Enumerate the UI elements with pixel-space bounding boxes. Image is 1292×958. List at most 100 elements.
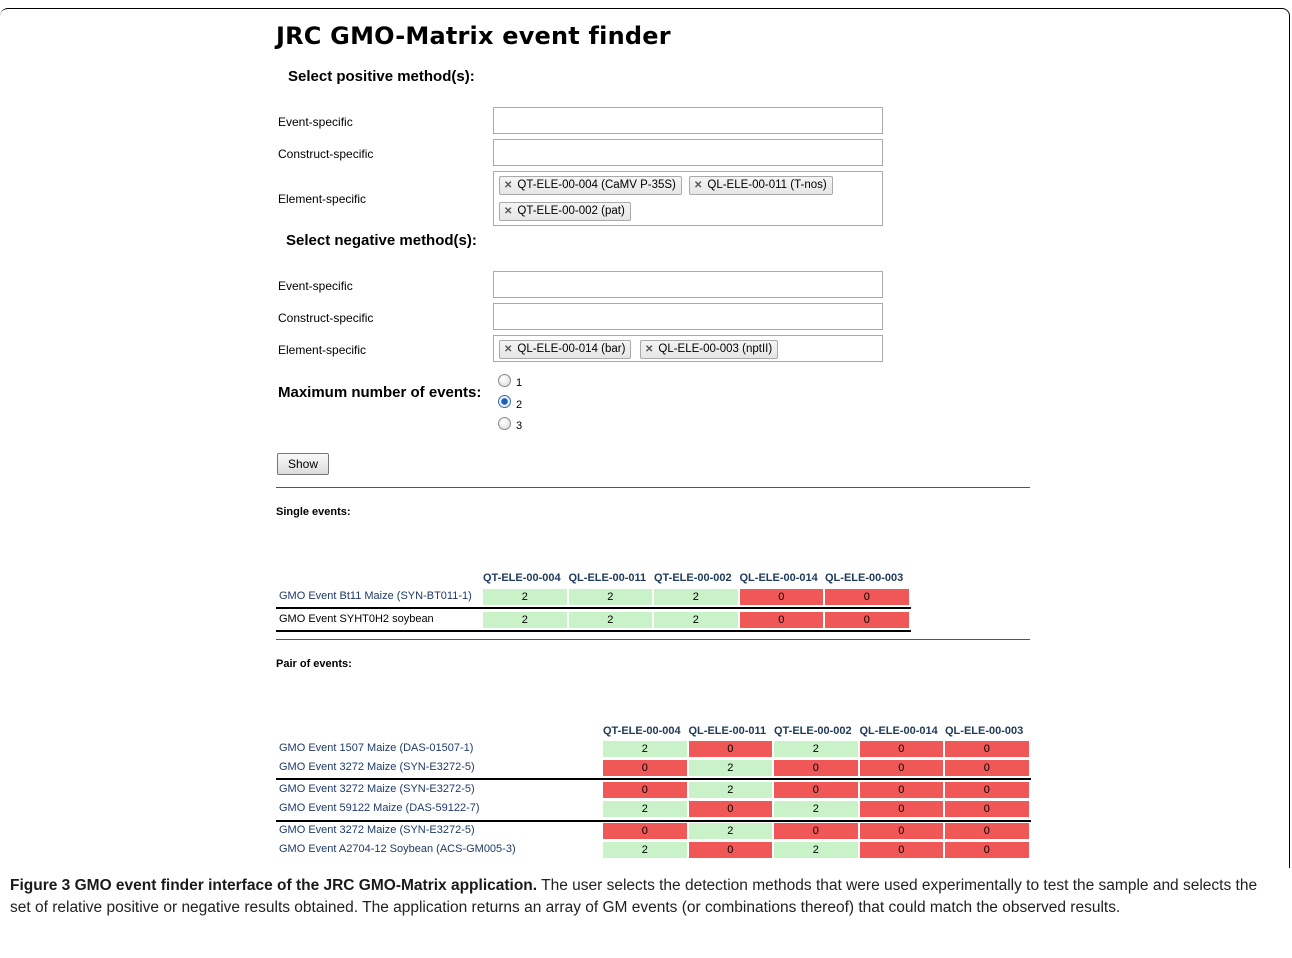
result-cell: 0 [859, 741, 943, 757]
column-header: QL-ELE-00-011 [688, 725, 767, 737]
divider [276, 487, 1030, 488]
positive-construct-label: Construct-specific [278, 147, 374, 161]
result-cell: 2 [603, 842, 687, 858]
result-cell: 2 [688, 823, 772, 839]
max-events-radio-3[interactable] [498, 417, 511, 430]
result-cell: 0 [774, 823, 858, 839]
result-cell: 0 [945, 741, 1029, 757]
event-row-label[interactable]: GMO Event 3272 Maize (SYN-E3272-5) [279, 824, 475, 836]
result-cell: 0 [945, 842, 1029, 858]
page-title: JRC GMO-Matrix event finder [276, 22, 671, 50]
negative-heading: Select negative method(s): [286, 232, 477, 249]
result-cell: 2 [603, 801, 687, 817]
positive-chip[interactable]: ✕ QT-ELE-00-002 (pat) [499, 202, 631, 221]
chip-label: QT-ELE-00-002 (pat) [517, 205, 625, 217]
positive-chip[interactable]: ✕ QT-ELE-00-004 (CaMV P-35S) [499, 176, 682, 195]
column-header: QL-ELE-00-003 [945, 725, 1024, 737]
column-header: QL-ELE-00-003 [825, 572, 904, 584]
chip-label: QL-ELE-00-003 (nptII) [658, 343, 773, 355]
chip-label: QL-ELE-00-014 (bar) [517, 343, 626, 355]
result-cell: 2 [774, 741, 858, 757]
result-cell: 0 [688, 842, 772, 858]
result-cell: 0 [825, 612, 909, 628]
result-cell: 0 [603, 760, 687, 776]
result-cell: 0 [825, 589, 909, 605]
column-header: QT-ELE-00-004 [483, 572, 561, 584]
event-row-label[interactable]: GMO Event 1507 Maize (DAS-01507-1) [279, 742, 473, 754]
negative-construct-input[interactable] [493, 303, 883, 330]
figure-frame [0, 8, 1290, 868]
row-separator [276, 630, 911, 632]
result-cell: 0 [859, 801, 943, 817]
result-cell: 0 [739, 612, 823, 628]
event-row-label[interactable]: GMO Event SYHT0H2 soybean [279, 613, 434, 625]
caption-title: Figure 3 GMO event finder interface of t… [10, 877, 538, 894]
result-cell: 0 [945, 760, 1029, 776]
result-cell: 0 [603, 823, 687, 839]
result-cell: 0 [945, 782, 1029, 798]
max-events-radio-2[interactable] [498, 395, 511, 408]
result-cell: 0 [945, 801, 1029, 817]
result-cell: 2 [688, 782, 772, 798]
remove-chip-icon[interactable]: ✕ [694, 180, 702, 191]
negative-event-label: Event-specific [278, 279, 353, 293]
event-row-label[interactable]: GMO Event 3272 Maize (SYN-E3272-5) [279, 783, 475, 795]
remove-chip-icon[interactable]: ✕ [504, 344, 512, 355]
negative-construct-label: Construct-specific [278, 311, 374, 325]
max-events-label: Maximum number of events: [278, 384, 482, 401]
remove-chip-icon[interactable]: ✕ [504, 180, 512, 191]
negative-chip[interactable]: ✕ QL-ELE-00-003 (nptII) [640, 340, 779, 359]
event-row-label[interactable]: GMO Event 3272 Maize (SYN-E3272-5) [279, 761, 475, 773]
result-cell: 0 [859, 782, 943, 798]
positive-construct-input[interactable] [493, 139, 883, 166]
negative-element-label: Element-specific [278, 343, 367, 357]
result-cell: 0 [603, 782, 687, 798]
result-cell: 0 [774, 782, 858, 798]
row-separator [276, 820, 1031, 822]
column-header: QL-ELE-00-014 [739, 572, 818, 584]
positive-chip[interactable]: ✕ QL-ELE-00-011 (T-nos) [689, 176, 833, 195]
negative-event-input[interactable] [493, 271, 883, 298]
result-cell: 2 [483, 589, 567, 605]
result-cell: 2 [568, 612, 652, 628]
result-cell: 0 [945, 823, 1029, 839]
result-cell: 2 [774, 842, 858, 858]
result-cell: 2 [654, 589, 738, 605]
max-events-radio-1[interactable] [498, 374, 511, 387]
column-header: QL-ELE-00-011 [568, 572, 647, 584]
remove-chip-icon[interactable]: ✕ [504, 206, 512, 217]
radio-label: 3 [516, 420, 523, 432]
result-cell: 0 [859, 760, 943, 776]
remove-chip-icon[interactable]: ✕ [645, 344, 653, 355]
figure-caption: Figure 3 GMO event finder interface of t… [10, 875, 1282, 919]
show-button[interactable]: Show [277, 453, 329, 475]
result-cell: 2 [688, 760, 772, 776]
positive-event-input[interactable] [493, 107, 883, 134]
chip-label: QT-ELE-00-004 (CaMV P-35S) [517, 179, 676, 191]
column-header: QT-ELE-00-002 [774, 725, 852, 737]
negative-chip[interactable]: ✕ QL-ELE-00-014 (bar) [499, 340, 632, 359]
result-cell: 2 [774, 801, 858, 817]
column-header: QL-ELE-00-014 [859, 725, 938, 737]
result-cell: 0 [688, 801, 772, 817]
result-cell: 0 [774, 760, 858, 776]
positive-heading: Select positive method(s): [288, 68, 475, 85]
event-row-label[interactable]: GMO Event A2704-12 Soybean (ACS-GM005-3) [279, 843, 516, 855]
column-header: QT-ELE-00-002 [654, 572, 732, 584]
result-cell: 2 [654, 612, 738, 628]
event-row-label[interactable]: GMO Event Bt11 Maize (SYN-BT011-1) [279, 590, 472, 602]
pair-events-heading: Pair of events: [276, 658, 352, 670]
result-cell: 0 [688, 741, 772, 757]
row-separator [276, 778, 1031, 780]
result-cell: 0 [739, 589, 823, 605]
single-events-heading: Single events: [276, 506, 351, 518]
result-cell: 2 [603, 741, 687, 757]
result-cell: 0 [859, 842, 943, 858]
event-row-label[interactable]: GMO Event 59122 Maize (DAS-59122-7) [279, 802, 480, 814]
result-cell: 2 [568, 589, 652, 605]
divider [276, 639, 1030, 640]
result-cell: 0 [859, 823, 943, 839]
positive-event-label: Event-specific [278, 115, 353, 129]
radio-label: 2 [516, 399, 523, 411]
chip-label: QL-ELE-00-011 (T-nos) [707, 179, 827, 191]
